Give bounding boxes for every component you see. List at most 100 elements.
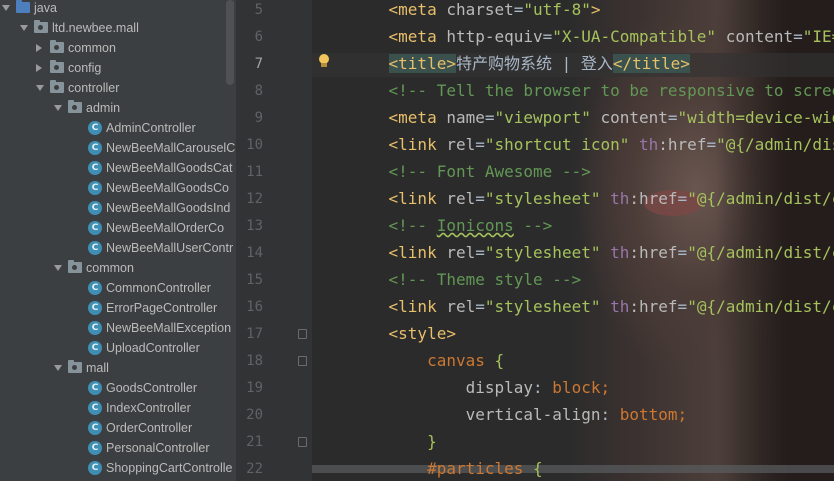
- tree-item-label: ErrorPageController: [106, 301, 218, 315]
- line-number: 6: [254, 29, 263, 45]
- code-line[interactable]: <link rel="stylesheet" th:href="@{/admin…: [350, 241, 834, 268]
- class-icon: C: [88, 401, 102, 415]
- fold-marker-icon[interactable]: [298, 329, 307, 339]
- code-line[interactable]: vertical-align: bottom;: [350, 403, 688, 430]
- line-number: 21: [246, 434, 263, 450]
- code-line[interactable]: }: [350, 430, 437, 457]
- tree-class-item[interactable]: C NewBeeMallGoodsInd: [0, 198, 236, 218]
- tree-item-label: admin: [86, 101, 121, 115]
- package-icon: [68, 100, 82, 113]
- tree-class-item[interactable]: C AdminController: [0, 118, 236, 138]
- line-number: 5: [254, 2, 263, 18]
- code-line[interactable]: <style>: [350, 322, 456, 349]
- class-icon: C: [88, 201, 102, 215]
- tree-class-item[interactable]: C NewBeeMallGoodsCat: [0, 158, 236, 178]
- expand-arrow-icon[interactable]: [54, 105, 62, 111]
- tree-folder-item[interactable]: common: [0, 258, 236, 278]
- fold-marker-icon[interactable]: [298, 356, 307, 366]
- tree-item-label: NewBeeMallGoodsCo: [106, 181, 229, 195]
- collapse-arrow-icon[interactable]: [36, 64, 42, 72]
- tree-item-label: CommonController: [106, 281, 211, 295]
- lightbulb-icon[interactable]: [318, 54, 330, 69]
- line-number: 18: [246, 353, 263, 369]
- collapse-arrow-icon[interactable]: [36, 44, 42, 52]
- code-line[interactable]: <meta name="viewport" content="width=dev…: [350, 106, 834, 133]
- code-line[interactable]: #particles {: [350, 457, 543, 481]
- tree-item-label: OrderController: [106, 421, 193, 435]
- tree-folder-item[interactable]: config: [0, 58, 236, 78]
- tree-class-item[interactable]: C NewBeeMallException: [0, 318, 236, 338]
- class-icon: C: [88, 421, 102, 435]
- tree-class-item[interactable]: C UploadController: [0, 338, 236, 358]
- class-icon: C: [88, 221, 102, 235]
- tree-folder-item[interactable]: mall: [0, 358, 236, 378]
- tree-scrollbar[interactable]: [226, 0, 234, 85]
- tree-class-item[interactable]: C ShoppingCartControlle: [0, 458, 236, 478]
- tree-folder-item[interactable]: java: [0, 0, 236, 18]
- tree-class-item[interactable]: C GoodsController: [0, 378, 236, 398]
- expand-arrow-icon[interactable]: [54, 365, 62, 371]
- line-number: 19: [246, 380, 263, 396]
- tree-class-item[interactable]: C CommonController: [0, 278, 236, 298]
- expand-arrow-icon[interactable]: [20, 25, 28, 31]
- code-line[interactable]: canvas {: [350, 349, 504, 376]
- class-icon: C: [88, 341, 102, 355]
- expand-arrow-icon[interactable]: [36, 85, 44, 91]
- tree-item-label: ltd.newbee.mall: [52, 21, 139, 35]
- tree-folder-item[interactable]: admin: [0, 98, 236, 118]
- tree-item-label: NewBeeMallGoodsInd: [106, 201, 231, 215]
- code-line[interactable]: <!-- Font Awesome -->: [350, 160, 591, 187]
- tree-item-label: PersonalController: [106, 441, 210, 455]
- tree-item-label: ShoppingCartControlle: [106, 461, 233, 475]
- tree-class-item[interactable]: C NewBeeMallOrderCo: [0, 218, 236, 238]
- class-icon: C: [88, 461, 102, 475]
- tree-item-label: NewBeeMallCarouselC: [106, 141, 236, 155]
- package-icon: [34, 20, 48, 33]
- project-tree[interactable]: java ltd.newbee.mall common config controlle…: [0, 0, 236, 481]
- tree-item-label: mall: [86, 361, 109, 375]
- tree-class-item[interactable]: C PersonalController: [0, 438, 236, 458]
- code-line[interactable]: <meta charset="utf-8">: [350, 0, 601, 25]
- code-line[interactable]: <link rel="stylesheet" th:href="@{/admin…: [350, 187, 834, 214]
- class-icon: C: [88, 161, 102, 175]
- tree-item-label: UploadController: [106, 341, 200, 355]
- code-line[interactable]: <!-- Ionicons -->: [350, 214, 553, 241]
- expand-arrow-icon[interactable]: [54, 265, 62, 271]
- line-number: 20: [246, 407, 263, 423]
- class-icon: C: [88, 381, 102, 395]
- tree-class-item[interactable]: C NewBeeMallUserContr: [0, 238, 236, 258]
- tree-folder-item[interactable]: ltd.newbee.mall: [0, 18, 236, 38]
- tree-class-item[interactable]: C IndexController: [0, 398, 236, 418]
- tree-item-label: config: [68, 61, 102, 75]
- line-number: 15: [246, 272, 263, 288]
- fold-marker-icon[interactable]: [298, 437, 307, 447]
- code-line[interactable]: display: block;: [350, 376, 611, 403]
- package-icon: [68, 360, 82, 373]
- tree-class-item[interactable]: C NewBeeMallGoodsCo: [0, 178, 236, 198]
- tree-class-item[interactable]: C ErrorPageController: [0, 298, 236, 318]
- code-line[interactable]: <title>特产购物系统 | 登入</title>: [350, 52, 690, 79]
- tree-item-label: common: [86, 261, 134, 275]
- line-number: 14: [246, 245, 263, 261]
- tree-folder-item[interactable]: controller: [0, 78, 236, 98]
- line-number: 12: [246, 191, 263, 207]
- code-line[interactable]: <!-- Tell the browser to be responsive t…: [350, 79, 834, 106]
- tree-class-item[interactable]: C NewBeeMallCarouselC: [0, 138, 236, 158]
- code-editor[interactable]: 5 6 7 8 9 10 11 12 13 14 15 16 17 18 19 20 21 22 <meta ch…: [236, 0, 834, 481]
- tree-item-label: NewBeeMallGoodsCat: [106, 161, 233, 175]
- expand-arrow-icon[interactable]: [2, 5, 10, 11]
- tree-item-label: controller: [68, 81, 120, 95]
- code-line[interactable]: <link rel="stylesheet" th:href="@{/admin…: [350, 295, 834, 322]
- line-number: 13: [246, 218, 263, 234]
- package-icon: [68, 260, 82, 273]
- tree-class-item[interactable]: C OrderController: [0, 418, 236, 438]
- line-number: 9: [254, 110, 263, 126]
- code-line[interactable]: <!-- Theme style -->: [350, 268, 582, 295]
- code-line[interactable]: <meta http-equiv="X-UA-Compatible" conte…: [350, 25, 834, 52]
- class-icon: C: [88, 241, 102, 255]
- class-icon: C: [88, 121, 102, 135]
- tree-item-label: NewBeeMallException: [106, 321, 232, 335]
- editor-gutter: 5 6 7 8 9 10 11 12 13 14 15 16 17 18 19 20 21 22: [236, 0, 312, 481]
- tree-folder-item[interactable]: common: [0, 38, 236, 58]
- code-line[interactable]: <link rel="shortcut icon" th:href="@{/ad…: [350, 133, 834, 160]
